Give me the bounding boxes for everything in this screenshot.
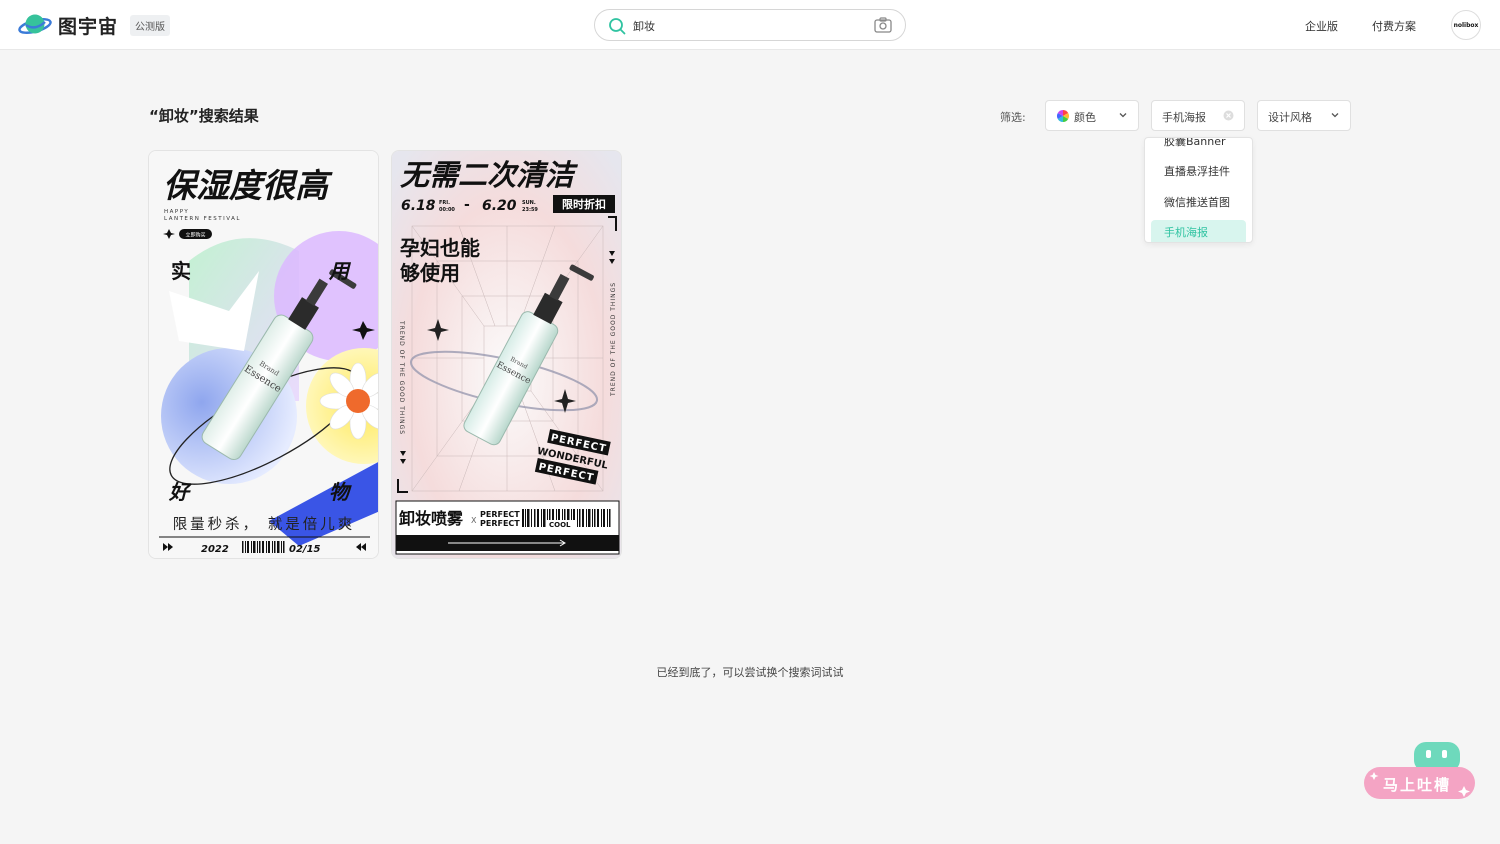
color-filter-label: 颜色 <box>1074 111 1096 124</box>
dropdown-item[interactable]: 胶囊Banner <box>1151 138 1246 155</box>
feedback-button[interactable]: 马上吐槽 <box>1363 740 1476 800</box>
feedback-label: 马上吐槽 <box>1383 776 1452 794</box>
beta-badge: 公测版 <box>130 14 171 36</box>
planet-logo-icon <box>18 11 52 39</box>
style-filter-label: 设计风格 <box>1268 111 1312 124</box>
clear-icon[interactable] <box>1223 110 1234 124</box>
nav-enterprise[interactable]: 企业版 <box>1305 18 1338 34</box>
svg-text:6.20: 6.20 <box>482 198 517 214</box>
svg-text:TREND OF THE GOOD THINGS: TREND OF THE GOOD THINGS <box>610 282 617 397</box>
dropdown-item-selected[interactable]: 手机海报 <box>1151 220 1246 242</box>
color-filter[interactable]: 颜色 <box>1045 100 1139 131</box>
svg-text:立即购买: 立即购买 <box>185 232 205 239</box>
top-header: 图宇宙 公测版 企业版 付费方案 nolibox <box>0 0 1500 50</box>
logo-text: 图宇宙 <box>58 15 119 38</box>
search-bar[interactable] <box>594 9 906 41</box>
search-icon[interactable] <box>608 17 626 39</box>
svg-text:好: 好 <box>168 480 192 504</box>
svg-text:FRI.: FRI. <box>439 200 450 206</box>
svg-text:孕妇也能: 孕妇也能 <box>400 236 480 260</box>
svg-text:无需二次清洁: 无需二次清洁 <box>400 158 579 192</box>
avatar[interactable]: nolibox <box>1451 10 1481 40</box>
chevron-down-icon <box>1118 110 1128 123</box>
svg-text:6.18: 6.18 <box>401 198 436 214</box>
svg-text:2022: 2022 <box>201 544 229 555</box>
search-input[interactable] <box>633 17 853 35</box>
dropdown-item[interactable]: 微信推送首图 <box>1151 190 1246 216</box>
svg-text:X: X <box>471 516 477 525</box>
dropdown-item[interactable]: 直播悬浮挂件 <box>1151 159 1246 185</box>
template-card[interactable]: Brand Essence 保湿度很高 HAPPY LANTERN FESTIV… <box>148 150 379 559</box>
svg-text:00:00: 00:00 <box>439 207 455 213</box>
svg-text:PERFECT: PERFECT <box>480 510 520 519</box>
end-of-results-text: 已经到底了，可以尝试换个搜索词试试 <box>656 666 844 679</box>
poster-image: Brand Essence 保湿度很高 HAPPY LANTERN FESTIV… <box>149 151 378 558</box>
type-dropdown-menu: 胶囊Banner 直播悬浮挂件 微信推送首图 手机海报 <box>1144 137 1253 243</box>
nav-pricing[interactable]: 付费方案 <box>1372 18 1416 34</box>
svg-text:限量秒杀， 就是倍儿爽: 限量秒杀， 就是倍儿爽 <box>173 516 356 533</box>
svg-text:-: - <box>464 197 470 213</box>
svg-text:用: 用 <box>328 259 352 283</box>
svg-text:LANTERN FESTIVAL: LANTERN FESTIVAL <box>164 216 241 222</box>
logo[interactable]: 图宇宙 公测版 <box>18 11 171 39</box>
svg-text:23:59: 23:59 <box>522 207 538 213</box>
filter-label: 筛选: <box>1000 111 1026 124</box>
svg-text:物: 物 <box>329 480 352 504</box>
color-wheel-icon <box>1056 109 1070 126</box>
svg-text:HAPPY: HAPPY <box>164 209 189 215</box>
template-card[interactable]: 无需二次清洁 6.18 FRI. 00:00 - 6.20 SUN. 23:59… <box>391 150 622 559</box>
svg-text:SUN.: SUN. <box>522 200 536 206</box>
svg-text:实: 实 <box>171 259 191 283</box>
svg-text:保湿度很高: 保湿度很高 <box>163 166 333 205</box>
type-filter-label: 手机海报 <box>1162 111 1206 124</box>
style-filter[interactable]: 设计风格 <box>1257 100 1351 131</box>
poster-image: 无需二次清洁 6.18 FRI. 00:00 - 6.20 SUN. 23:59… <box>392 151 621 558</box>
svg-text:02/15: 02/15 <box>289 544 321 555</box>
chevron-down-icon <box>1330 110 1340 123</box>
svg-text:TREND OF THE GOOD THINGS: TREND OF THE GOOD THINGS <box>398 320 405 435</box>
camera-icon[interactable] <box>874 17 892 37</box>
svg-text:COOL: COOL <box>549 521 571 529</box>
type-filter[interactable]: 手机海报 <box>1151 100 1245 131</box>
svg-text:PERFECT: PERFECT <box>480 519 520 528</box>
svg-text:够使用: 够使用 <box>400 261 460 285</box>
page-title: “卸妆”搜索结果 <box>149 107 259 125</box>
svg-text:卸妆喷雾: 卸妆喷雾 <box>399 509 464 528</box>
svg-text:限时折扣: 限时折扣 <box>562 197 606 211</box>
